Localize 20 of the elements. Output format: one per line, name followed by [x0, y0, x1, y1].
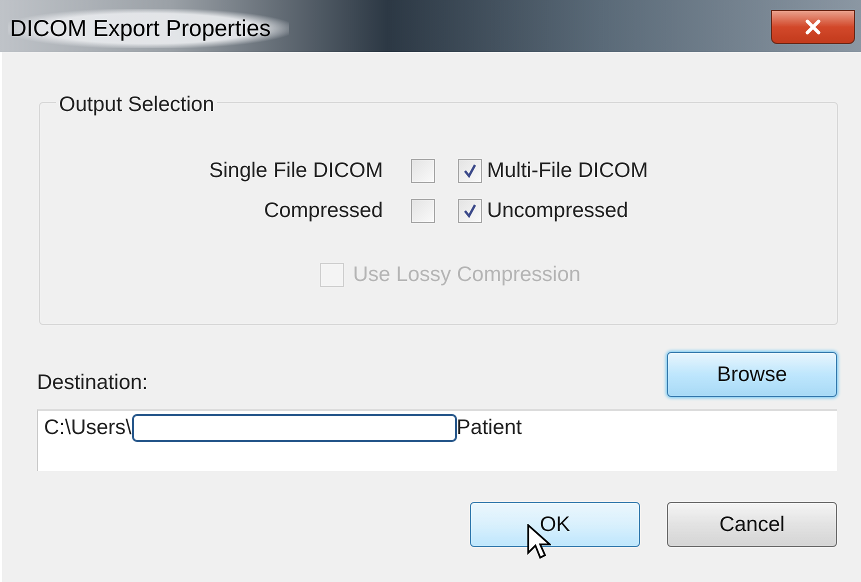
ok-button[interactable]: OK — [470, 502, 640, 547]
close-icon — [804, 18, 822, 36]
destination-label: Destination: — [37, 371, 148, 396]
path-text: C:\Users\ — [44, 416, 132, 440]
option-label: Single File DICOM — [208, 159, 383, 183]
option-label: Use Lossy Compression — [353, 263, 581, 287]
checkbox[interactable] — [411, 199, 435, 223]
checkbox[interactable] — [458, 159, 482, 183]
checkbox[interactable] — [411, 159, 435, 183]
cancel-button[interactable]: Cancel — [667, 502, 837, 547]
destination-field[interactable]: C:\Users\ Patient — [37, 409, 837, 471]
path-text: Patient — [456, 416, 522, 440]
option-label: Compressed — [262, 199, 383, 223]
close-button[interactable] — [771, 10, 855, 44]
browse-button[interactable]: Browse — [667, 352, 837, 397]
option-label: Uncompressed — [487, 199, 628, 223]
option-label: Multi-File DICOM — [487, 159, 648, 183]
checkbox[interactable] — [458, 199, 482, 223]
group-title: Output Selection — [56, 93, 218, 117]
window-title: DICOM Export Properties — [8, 8, 289, 48]
